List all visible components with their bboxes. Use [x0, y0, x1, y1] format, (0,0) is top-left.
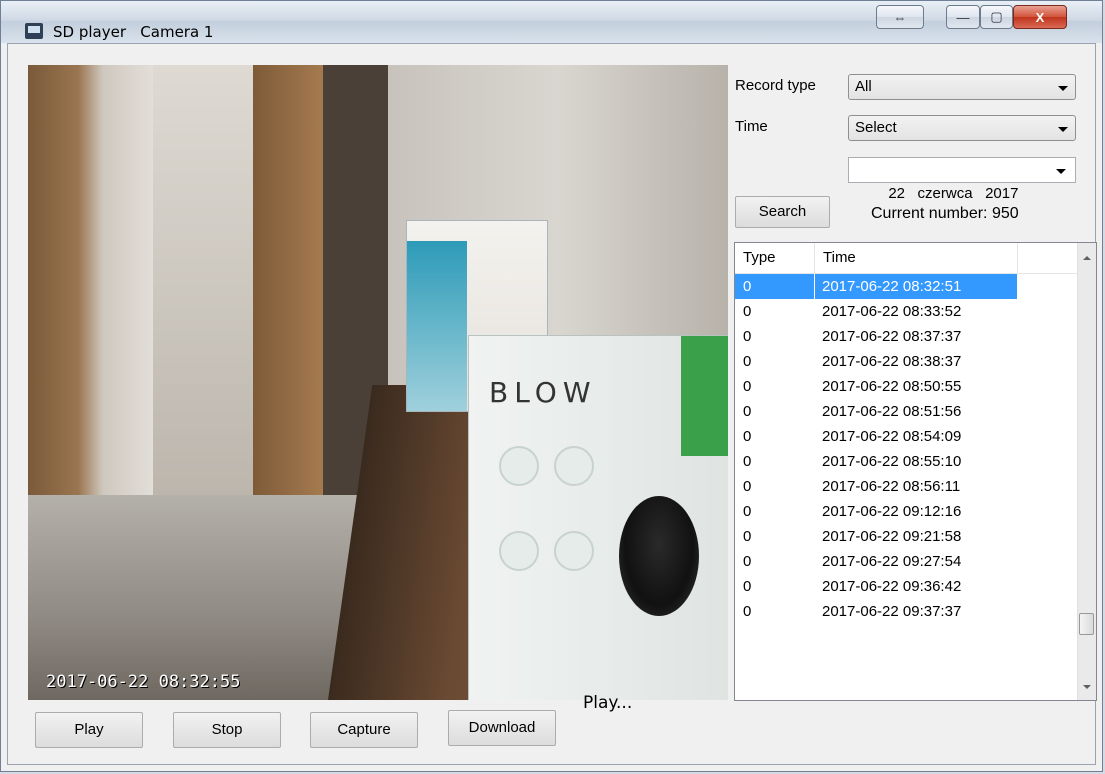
- feature-circle: [554, 446, 594, 486]
- time-select[interactable]: Select: [848, 115, 1076, 141]
- feature-circle: [554, 531, 594, 571]
- record-time-cell: 2017-06-22 09:37:37: [822, 603, 962, 620]
- app-icon: [25, 23, 43, 39]
- minimize-icon: —: [956, 9, 970, 25]
- record-type-cell: 0: [735, 274, 814, 299]
- time-label: Time: [735, 118, 768, 135]
- records-scrollbar[interactable]: [1077, 243, 1096, 700]
- record-type-label: Record type: [735, 77, 816, 94]
- record-row[interactable]: 0 2017-06-22 09:37:37: [735, 599, 1079, 624]
- close-icon: X: [1035, 9, 1045, 25]
- search-button[interactable]: Search: [735, 196, 830, 228]
- maximize-icon: ▢: [990, 9, 1003, 24]
- record-time-cell: 2017-06-22 08:55:10: [822, 453, 962, 470]
- video-scene-door: [253, 65, 323, 535]
- time-value: Select: [855, 119, 897, 136]
- record-time-cell: 2017-06-22 08:51:56: [822, 403, 962, 420]
- scroll-down-arrow-icon[interactable]: [1078, 678, 1096, 696]
- record-row[interactable]: 0 2017-06-22 09:36:42: [735, 574, 1079, 599]
- record-type-cell: 0: [743, 578, 752, 595]
- record-type-cell: 0: [743, 428, 752, 445]
- record-type-cell: 0: [743, 503, 752, 520]
- window-title: SD player Camera 1: [53, 23, 214, 41]
- record-row[interactable]: 0 2017-06-22 09:27:54: [735, 549, 1079, 574]
- date-month[interactable]: czerwca: [918, 185, 973, 202]
- capture-button[interactable]: Capture: [310, 712, 418, 748]
- video-timestamp-overlay: 2017-06-22 08:32:55: [46, 672, 241, 692]
- record-type-select[interactable]: All: [848, 74, 1076, 100]
- record-row[interactable]: 0 2017-06-22 08:33:52: [735, 299, 1079, 324]
- record-type-cell: 0: [743, 378, 752, 395]
- record-type-cell: 0: [743, 528, 752, 545]
- video-playback-view[interactable]: BLOW 2017-06-22 08:32:55: [28, 65, 728, 700]
- stop-button[interactable]: Stop: [173, 712, 281, 748]
- close-button[interactable]: X: [1013, 5, 1067, 29]
- video-scene-camera-box: BLOW: [468, 335, 728, 700]
- title-bar[interactable]: SD player Camera 1 ⇔ — ▢ X: [1, 1, 1102, 43]
- date-year[interactable]: 2017: [985, 185, 1018, 202]
- record-time-cell: 2017-06-22 08:32:51: [815, 274, 1017, 299]
- record-type-cell: 0: [743, 353, 752, 370]
- scrollbar-thumb[interactable]: [1079, 613, 1094, 635]
- records-list-rows: 0 2017-06-22 08:32:51 0 2017-06-22 08:33:52…: [735, 274, 1079, 624]
- record-row[interactable]: 0 2017-06-22 08:55:10: [735, 449, 1079, 474]
- record-type-cell: 0: [743, 603, 752, 620]
- record-type-value: All: [855, 78, 872, 95]
- record-row[interactable]: 0 2017-06-22 08:50:55: [735, 374, 1079, 399]
- record-row[interactable]: 0 2017-06-22 08:38:37: [735, 349, 1079, 374]
- record-time-cell: 2017-06-22 08:54:09: [822, 428, 962, 445]
- record-row[interactable]: 0 2017-06-22 08:54:09: [735, 424, 1079, 449]
- date-picker[interactable]: 22 czerwca 2017: [848, 157, 1076, 202]
- record-time-cell: 2017-06-22 09:36:42: [822, 578, 962, 595]
- player-client-area: BLOW 2017-06-22 08:32:55 Record type All…: [7, 43, 1097, 765]
- record-row[interactable]: 0 2017-06-22 08:51:56: [735, 399, 1079, 424]
- record-row[interactable]: 0 2017-06-22 09:21:58: [735, 524, 1079, 549]
- record-row[interactable]: 0 2017-06-22 08:37:37: [735, 324, 1079, 349]
- feature-circle: [499, 531, 539, 571]
- record-time-cell: 2017-06-22 09:27:54: [822, 553, 962, 570]
- record-time-cell: 2017-06-22 08:37:37: [822, 328, 962, 345]
- box-brand-text: BLOW: [489, 376, 597, 409]
- download-button[interactable]: Download: [448, 710, 556, 746]
- record-type-cell: 0: [743, 303, 752, 320]
- video-scene-doorway: [153, 65, 253, 495]
- scroll-up-arrow-icon[interactable]: [1078, 249, 1096, 267]
- calendar-dropdown-icon[interactable]: [1056, 169, 1066, 174]
- record-time-cell: 2017-06-22 08:50:55: [822, 378, 962, 395]
- feature-circle: [499, 446, 539, 486]
- record-row[interactable]: 0 2017-06-22 09:12:16: [735, 499, 1079, 524]
- play-button[interactable]: Play: [35, 712, 143, 748]
- sd-player-window: SD player Camera 1 ⇔ — ▢ X BLOW 2017-06-…: [0, 0, 1103, 772]
- resize-arrows-icon: ⇔: [893, 9, 907, 25]
- records-list[interactable]: Type Time 0 2017-06-22 08:32:51 0 2017-06-2…: [734, 242, 1097, 701]
- record-time-cell: 2017-06-22 09:12:16: [822, 503, 962, 520]
- record-time-cell: 2017-06-22 09:21:58: [822, 528, 962, 545]
- playback-status-text: Play...: [583, 693, 633, 713]
- column-header-type[interactable]: Type: [735, 243, 815, 273]
- restore-layout-button[interactable]: ⇔: [876, 5, 924, 29]
- date-day[interactable]: 22: [888, 185, 905, 202]
- chevron-down-icon: [1058, 86, 1068, 91]
- record-type-cell: 0: [743, 553, 752, 570]
- record-time-cell: 2017-06-22 08:33:52: [822, 303, 962, 320]
- wifi-badge: [681, 336, 728, 456]
- record-type-cell: 0: [743, 453, 752, 470]
- camera-product-image: [619, 496, 699, 616]
- record-time-cell: 2017-06-22 08:38:37: [822, 353, 962, 370]
- current-number-label: Current number: 950: [871, 205, 1019, 222]
- minimize-button[interactable]: —: [946, 5, 980, 29]
- record-type-cell: 0: [743, 403, 752, 420]
- record-row[interactable]: 0 2017-06-22 08:56:11: [735, 474, 1079, 499]
- record-row[interactable]: 0 2017-06-22 08:32:51: [735, 274, 1079, 299]
- maximize-button[interactable]: ▢: [980, 5, 1013, 29]
- record-time-cell: 2017-06-22 08:56:11: [822, 478, 961, 495]
- records-list-header: Type Time: [735, 243, 1079, 274]
- record-type-cell: 0: [743, 328, 752, 345]
- record-type-cell: 0: [743, 478, 752, 495]
- column-header-time[interactable]: Time: [815, 243, 1018, 273]
- chevron-down-icon: [1058, 127, 1068, 132]
